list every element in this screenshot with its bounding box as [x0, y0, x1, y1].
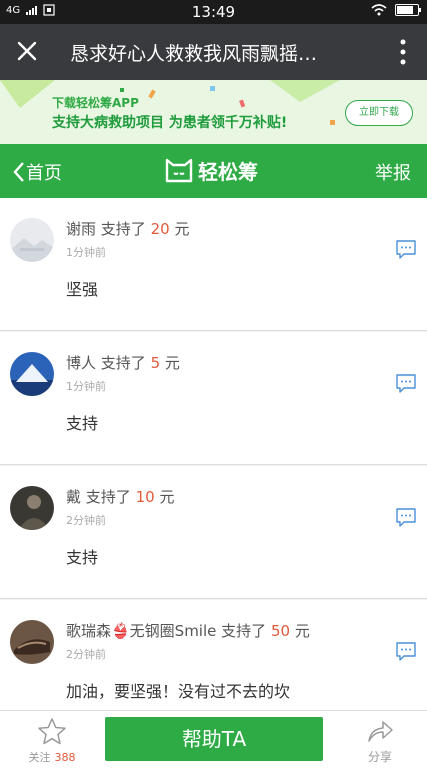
currency-unit: 元 [159, 488, 175, 506]
support-message: 支持 [66, 548, 99, 567]
support-time: 2分钟前 [66, 648, 106, 661]
list-item: 博人 支持了 5 元 1分钟前 支持 [0, 332, 427, 465]
support-message: 支持 [66, 414, 99, 433]
supported-label: 支持了 [85, 488, 131, 506]
avatar[interactable] [10, 486, 54, 530]
support-amount: 50 [270, 622, 291, 640]
comment-icon[interactable] [395, 372, 417, 394]
home-back-button[interactable]: 首页 [12, 159, 62, 185]
supporter-name-line: 博人 支持了 5 元 [66, 352, 180, 373]
supporter-name: 歌瑞森👙无钢圈Smile [66, 622, 217, 640]
supporter-name-line: 谢雨 支持了 20 元 [66, 218, 189, 239]
brand-logo: 轻松筹 [164, 156, 258, 185]
share-label: 分享 [367, 750, 392, 764]
nav-bar: 首页 轻松筹 举报 [0, 144, 427, 198]
app-download-banner[interactable]: 下载轻松筹APP 支持大病救助项目 为患者领千万补贴! 立即下载 [0, 80, 427, 144]
supporter-name-line: 歌瑞森👙无钢圈Smile 支持了 50 元 [66, 620, 310, 641]
supporter-name: 戴 [66, 488, 82, 506]
comment-icon[interactable] [395, 506, 417, 528]
supporter-list[interactable]: 谢雨 支持了 20 元 1分钟前 坚强 博人 支持了 5 元 1分钟前 支持 戴… [0, 198, 427, 710]
support-time: 1分钟前 [66, 246, 106, 259]
page-title: 恳求好心人救救我风雨飘摇… [70, 43, 318, 65]
help-ta-button[interactable]: 帮助TA [105, 717, 323, 761]
list-item: 戴 支持了 10 元 2分钟前 支持 [0, 466, 427, 599]
supported-label: 支持了 [100, 220, 146, 238]
status-bar: 4G 13:49 [0, 0, 427, 24]
follow-count: 388 [54, 751, 76, 764]
support-time: 2分钟前 [66, 514, 106, 527]
bottom-bar: 关注 388 帮助TA 分享 [0, 710, 427, 769]
clock: 13:49 [191, 3, 236, 21]
support-time: 1分钟前 [66, 380, 106, 393]
currency-unit: 元 [294, 622, 310, 640]
supporter-name: 博人 [66, 354, 97, 372]
share-icon [368, 721, 393, 742]
supporter-name-line: 戴 支持了 10 元 [66, 486, 174, 507]
list-item: 谢雨 支持了 20 元 1分钟前 坚强 [0, 198, 427, 331]
currency-unit: 元 [174, 220, 190, 238]
home-label: 首页 [26, 163, 62, 184]
support-message: 加油，要坚强！没有过不去的坎 [66, 682, 291, 701]
brand-cat-icon [165, 158, 193, 182]
more-menu-icon[interactable] [399, 38, 407, 66]
brand-name: 轻松筹 [198, 160, 258, 184]
battery-icon [395, 4, 421, 16]
list-item: 歌瑞森👙无钢圈Smile 支持了 50 元 2分钟前 加油，要坚强！没有过不去的… [0, 600, 427, 710]
download-now-button[interactable]: 立即下载 [345, 100, 413, 126]
comment-icon[interactable] [395, 238, 417, 260]
follow-label: 关注 [28, 751, 51, 764]
avatar[interactable] [10, 218, 54, 262]
title-bar: 恳求好心人救救我风雨飘摇… [0, 24, 427, 80]
support-amount: 20 [150, 220, 170, 238]
banner-line-1: 下载轻松筹APP [52, 96, 139, 110]
banner-line-2: 支持大病救助项目 为患者领千万补贴! [52, 115, 288, 131]
support-amount: 10 [135, 488, 155, 506]
support-message: 坚强 [66, 280, 99, 299]
follow-button[interactable]: 关注 388 [22, 717, 82, 765]
close-icon[interactable] [14, 38, 40, 64]
chevron-left-icon [13, 162, 24, 182]
follow-label-line: 关注 388 [22, 749, 82, 765]
star-icon [38, 718, 66, 745]
avatar[interactable] [10, 352, 54, 396]
support-amount: 5 [150, 354, 161, 372]
share-button[interactable]: 分享 [355, 717, 405, 765]
wifi-icon [371, 4, 387, 16]
report-button[interactable]: 举报 [375, 159, 411, 185]
supporter-name: 谢雨 [66, 220, 97, 238]
currency-unit: 元 [164, 354, 180, 372]
avatar[interactable] [10, 620, 54, 664]
comment-icon[interactable] [395, 640, 417, 662]
supported-label: 支持了 [221, 622, 267, 640]
supported-label: 支持了 [100, 354, 146, 372]
